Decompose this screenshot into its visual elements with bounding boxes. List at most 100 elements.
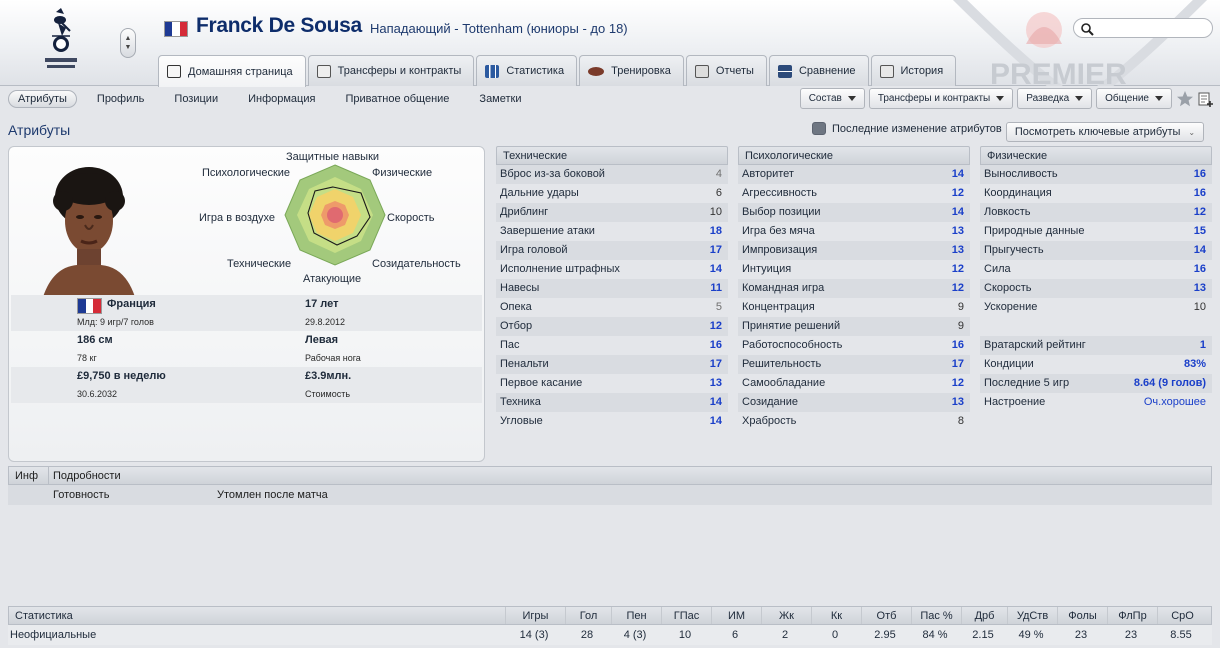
attribute-row[interactable]: Интуиция 12: [738, 260, 970, 279]
up-arrow-icon[interactable]: ▲: [125, 34, 132, 43]
subnav-profile[interactable]: Профиль: [87, 90, 155, 108]
stats-column-header[interactable]: УдСтв: [1007, 607, 1057, 624]
attribute-row[interactable]: Авторитет 14: [738, 165, 970, 184]
attribute-row[interactable]: Вброс из-за боковой 4: [496, 165, 728, 184]
attribute-row[interactable]: Агрессивность 12: [738, 184, 970, 203]
attribute-value: 14: [951, 206, 964, 218]
attribute-row[interactable]: Завершение атаки 18: [496, 222, 728, 241]
attribute-row[interactable]: Выбор позиции 14: [738, 203, 970, 222]
stats-column-header[interactable]: Фолы: [1057, 607, 1107, 624]
player-portrait: [43, 167, 135, 297]
attribute-row[interactable]: Созидание 13: [738, 393, 970, 412]
attribute-row[interactable]: Пас 16: [496, 336, 728, 355]
stats-column-header[interactable]: Дрб: [961, 607, 1007, 624]
attribute-value: 17: [951, 358, 964, 370]
attribute-row[interactable]: Пенальти 17: [496, 355, 728, 374]
tab-compare[interactable]: Сравнение: [768, 55, 869, 86]
attribute-row[interactable]: Навесы 11: [496, 279, 728, 298]
down-arrow-icon[interactable]: ▼: [125, 43, 132, 52]
menu-label: Общение: [1105, 93, 1149, 104]
attribute-row[interactable]: Работоспособность 16: [738, 336, 970, 355]
stats-column-header[interactable]: Отб: [861, 607, 911, 624]
attribute-row[interactable]: Игра без мяча 13: [738, 222, 970, 241]
attribute-row[interactable]: Принятие решений 9: [738, 317, 970, 336]
tab-history[interactable]: История: [870, 55, 957, 86]
caret-down-icon: [996, 96, 1005, 101]
status-row[interactable]: Последние 5 игр 8.64 (9 голов): [980, 374, 1212, 393]
attribute-row[interactable]: Игра головой 17: [496, 241, 728, 260]
attribute-row[interactable]: Храбрость 8: [738, 412, 970, 431]
attribute-name: Опека: [500, 301, 532, 313]
stats-cell: 0: [831, 629, 839, 641]
scouting-menu-button[interactable]: Разведка: [1017, 88, 1093, 109]
attribute-row[interactable]: Выносливость 16: [980, 165, 1212, 184]
attribute-row[interactable]: Техника 14: [496, 393, 728, 412]
age-cell: 17 лет 29.8.2012: [305, 295, 475, 331]
attribute-name: Дальние удары: [500, 187, 579, 199]
stats-column-header[interactable]: Игры: [505, 607, 565, 624]
attribute-row[interactable]: Сила 16: [980, 260, 1212, 279]
tab-stats[interactable]: Статистика: [476, 55, 578, 86]
attribute-value: 16: [1193, 168, 1206, 180]
status-row[interactable]: Настроение Оч.хорошее: [980, 393, 1212, 412]
player-role[interactable]: Нападающий - Tottenham (юниоры - до 18): [370, 21, 628, 36]
subnav-positions[interactable]: Позиции: [164, 90, 228, 108]
attribute-row[interactable]: Природные данные 15: [980, 222, 1212, 241]
search-input[interactable]: [1073, 18, 1213, 38]
nationality-cell[interactable]: Франция Млд: 9 игр/7 голов: [77, 295, 277, 331]
attribute-row[interactable]: Решительность 17: [738, 355, 970, 374]
key-attributes-button[interactable]: Посмотреть ключевые атрибуты ⌄: [1006, 122, 1204, 142]
attribute-row[interactable]: Дальние удары 6: [496, 184, 728, 203]
tab-home[interactable]: Домашняя страница: [158, 55, 306, 87]
attribute-row[interactable]: Угловые 14: [496, 412, 728, 431]
attribute-row[interactable]: Исполнение штрафных 14: [496, 260, 728, 279]
subnav-information[interactable]: Информация: [238, 90, 325, 108]
subnav-attributes[interactable]: Атрибуты: [8, 90, 77, 108]
squad-menu-button[interactable]: Состав: [799, 88, 865, 109]
attribute-row[interactable]: Командная игра 12: [738, 279, 970, 298]
attribute-row[interactable]: Ловкость 12: [980, 203, 1212, 222]
attribute-name: Созидание: [742, 396, 798, 408]
communication-menu-button[interactable]: Общение: [1096, 88, 1172, 109]
stats-column-header[interactable]: СрО: [1157, 607, 1207, 624]
stats-column-header[interactable]: Жк: [761, 607, 811, 624]
stats-column-header[interactable]: ИМ: [711, 607, 761, 624]
attribute-row[interactable]: Координация 16: [980, 184, 1212, 203]
stats-column-header[interactable]: Гол: [565, 607, 611, 624]
attribute-row[interactable]: Ускорение 10: [980, 298, 1212, 317]
status-row[interactable]: Кондиции 83%: [980, 355, 1212, 374]
attribute-row[interactable]: Прыгучесть 14: [980, 241, 1212, 260]
attribute-value: 13: [951, 396, 964, 408]
tab-training[interactable]: Тренировка: [579, 55, 684, 86]
attribute-value: 9: [957, 301, 964, 313]
subnav-notes[interactable]: Заметки: [469, 90, 531, 108]
attribute-row[interactable]: Опека 5: [496, 298, 728, 317]
attribute-changes-toggle[interactable]: Последние изменение атрибутов: [812, 122, 1002, 135]
stats-column-header[interactable]: Пен: [611, 607, 661, 624]
attribute-row[interactable]: Дриблинг 10: [496, 203, 728, 222]
star-icon[interactable]: [1176, 90, 1194, 108]
checkbox-icon[interactable]: [812, 122, 826, 135]
player-stepper[interactable]: ▲ ▼: [120, 28, 136, 58]
transfers-menu-button[interactable]: Трансферы и контракты: [868, 88, 1014, 109]
attribute-row[interactable]: Первое касание 13: [496, 374, 728, 393]
tab-reports[interactable]: Отчеты: [685, 55, 767, 86]
date-of-birth: 29.8.2012: [305, 317, 346, 327]
stats-column-header[interactable]: Пас %: [911, 607, 961, 624]
attribute-row[interactable]: Отбор 12: [496, 317, 728, 336]
attribute-row[interactable]: Самообладание 12: [738, 374, 970, 393]
stats-column-header[interactable]: ГПас: [661, 607, 711, 624]
caret-down-icon: [847, 96, 856, 101]
document-icon: [316, 64, 331, 78]
add-note-icon[interactable]: [1198, 91, 1214, 107]
tab-transfers[interactable]: Трансферы и контракты: [307, 55, 475, 86]
attribute-row[interactable]: Скорость 13: [980, 279, 1212, 298]
status-row[interactable]: Вратарский рейтинг 1: [980, 336, 1212, 355]
stats-column-header[interactable]: ФлПр: [1107, 607, 1157, 624]
wage-cell[interactable]: £9,750 в неделю 30.6.2032: [77, 367, 277, 403]
subnav-private-chat[interactable]: Приватное общение: [335, 90, 459, 108]
attribute-value: 9: [957, 320, 964, 332]
attribute-row[interactable]: Концентрация 9: [738, 298, 970, 317]
attribute-row[interactable]: Импровизация 13: [738, 241, 970, 260]
stats-column-header[interactable]: Кк: [811, 607, 861, 624]
